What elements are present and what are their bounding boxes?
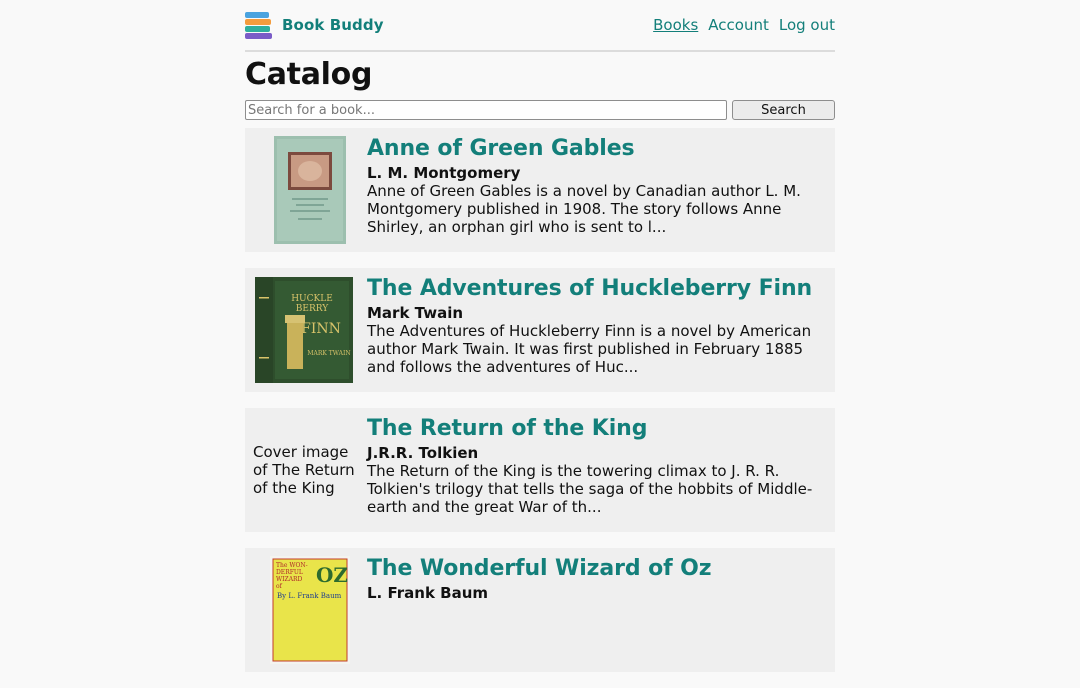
cover-text: WIZARD — [276, 576, 303, 583]
book-description: The Return of the King is the towering c… — [367, 462, 813, 516]
cover-text: The WON- — [276, 562, 308, 569]
book-cover-image: HUCKLE BERRY FINN MARK TWAIN — [255, 277, 353, 383]
book-card[interactable]: The WON- DERFUL WIZARD of OZ By L. Frank… — [245, 548, 835, 672]
search-bar: Search — [245, 100, 835, 120]
books-stack-icon — [245, 11, 272, 39]
app-container: Book Buddy Books Account Log out Catalog… — [245, 0, 835, 688]
book-title[interactable]: The Adventures of Huckleberry Finn — [367, 276, 827, 302]
book-title[interactable]: Anne of Green Gables — [367, 136, 827, 162]
book-description: The Adventures of Huckleberry Finn is a … — [367, 322, 812, 376]
book-title[interactable]: The Return of the King — [367, 416, 827, 442]
cover-text: OZ — [316, 563, 348, 587]
book-list: Anne of Green Gables L. M. Montgomery An… — [245, 128, 835, 672]
cover-text: FINN — [301, 321, 341, 337]
book-card[interactable]: Anne of Green Gables L. M. Montgomery An… — [245, 128, 835, 252]
book-card[interactable]: HUCKLE BERRY FINN MARK TWAIN The Adventu… — [245, 268, 835, 392]
book-cover[interactable]: HUCKLE BERRY FINN MARK TWAIN — [253, 276, 367, 384]
search-input[interactable] — [245, 100, 727, 120]
cover-alt-text: Cover image of The Return of the King — [253, 443, 355, 497]
cover-text: By L. Frank Baum — [277, 592, 342, 600]
book-cover[interactable]: Cover image of The Return of the King — [253, 416, 367, 524]
book-info: The Wonderful Wizard of Oz L. Frank Baum — [367, 556, 827, 664]
book-cover[interactable]: The WON- DERFUL WIZARD of OZ By L. Frank… — [253, 556, 367, 664]
page-title: Catalog — [245, 57, 373, 92]
book-card[interactable]: Cover image of The Return of the King Th… — [245, 408, 835, 532]
search-button[interactable]: Search — [732, 100, 835, 120]
book-info: The Return of the King J.R.R. Tolkien Th… — [367, 416, 827, 524]
book-author: L. M. Montgomery — [367, 164, 521, 182]
book-description: Anne of Green Gables is a novel by Canad… — [367, 182, 801, 236]
nav-logout-link[interactable]: Log out — [779, 16, 835, 34]
app-name: Book Buddy — [282, 16, 384, 34]
site-header: Book Buddy Books Account Log out — [245, 0, 835, 52]
book-cover-image — [274, 136, 346, 244]
cover-text: of — [276, 583, 283, 590]
main-nav: Books Account Log out — [653, 16, 835, 34]
cover-text: HUCKLE — [291, 294, 333, 304]
book-cover-image: The WON- DERFUL WIZARD of OZ By L. Frank… — [270, 556, 350, 664]
brand[interactable]: Book Buddy — [245, 11, 384, 39]
book-info: Anne of Green Gables L. M. Montgomery An… — [367, 136, 827, 244]
book-author: Mark Twain — [367, 304, 464, 322]
cover-text: MARK TWAIN — [307, 350, 350, 357]
book-cover[interactable] — [253, 136, 367, 244]
book-author: L. Frank Baum — [367, 584, 489, 602]
nav-account-link[interactable]: Account — [708, 16, 769, 34]
book-title[interactable]: The Wonderful Wizard of Oz — [367, 556, 827, 582]
book-info: The Adventures of Huckleberry Finn Mark … — [367, 276, 827, 384]
cover-text: DERFUL — [276, 569, 303, 576]
book-author: J.R.R. Tolkien — [367, 444, 479, 462]
nav-books-link[interactable]: Books — [653, 16, 698, 34]
cover-text: BERRY — [296, 304, 329, 314]
